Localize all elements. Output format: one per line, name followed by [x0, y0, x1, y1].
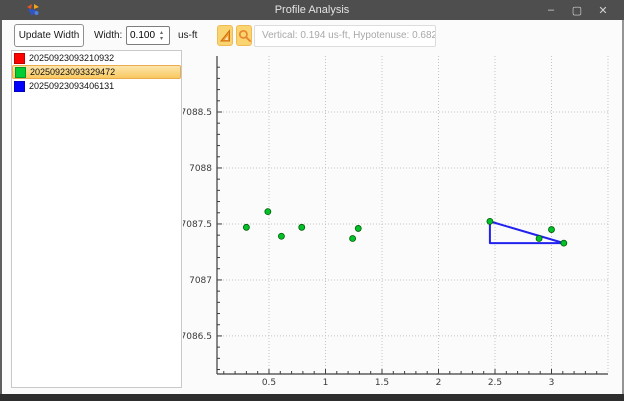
svg-text:7086.5: 7086.5 — [183, 332, 212, 342]
profile-label: 20250923093210932 — [29, 53, 114, 63]
series-color-swatch — [14, 81, 25, 92]
minimize-button[interactable]: – — [538, 0, 564, 20]
svg-text:7088: 7088 — [189, 164, 212, 174]
app-icon[interactable] — [26, 3, 40, 17]
svg-text:2.5: 2.5 — [488, 378, 502, 388]
svg-text:7087.5: 7087.5 — [183, 220, 212, 230]
profile-list-item[interactable]: 20250923093329472 — [12, 65, 181, 79]
profile-list-item[interactable]: 20250923093210932 — [12, 51, 181, 65]
toolbar: Update Width Width: ▴ ▾ us-ft Vertical: … — [2, 20, 622, 52]
maximize-button[interactable]: ▢ — [564, 0, 590, 20]
profile-label: 20250923093406131 — [29, 81, 114, 91]
profile-list[interactable]: 20250923093210932 20250923093329472 2025… — [11, 50, 182, 388]
profile-list-item[interactable]: 20250923093406131 — [12, 79, 181, 93]
measurement-readout: Vertical: 0.194 us-ft, Hypotenuse: 0.682… — [254, 25, 436, 47]
zoom-tool-button[interactable] — [236, 25, 252, 46]
window-frame-left — [0, 20, 2, 394]
window-controls: – ▢ ✕ — [538, 0, 616, 20]
window-frame-bottom — [0, 394, 624, 401]
close-button[interactable]: ✕ — [590, 0, 616, 20]
series-color-swatch — [15, 67, 26, 78]
svg-text:7087: 7087 — [189, 276, 212, 286]
svg-text:0.5: 0.5 — [262, 378, 276, 388]
measure-tool-button[interactable] — [217, 25, 233, 46]
width-spinbox[interactable]: ▴ ▾ — [126, 26, 170, 45]
title-bar: Profile Analysis – ▢ ✕ — [0, 0, 624, 20]
svg-text:3: 3 — [549, 378, 555, 388]
chart-canvas[interactable]: 0.5 1 1.5 2 2.5 3 7086.5 7087 7087.5 7088 7088.5 — [183, 50, 621, 390]
update-width-button[interactable]: Update Width — [14, 24, 84, 47]
spinner-down-icon[interactable]: ▾ — [160, 36, 163, 42]
window-title: Profile Analysis — [0, 4, 624, 16]
svg-text:1: 1 — [323, 378, 329, 388]
svg-text:1.5: 1.5 — [375, 378, 389, 388]
series-color-swatch — [14, 53, 25, 64]
chart-area: 0.5 1 1.5 2 2.5 3 7086.5 7087 7087.5 7088 7088.5 — [183, 50, 621, 390]
app-window: Profile Analysis – ▢ ✕ Update Width Widt… — [0, 0, 624, 401]
width-unit-label: us-ft — [178, 30, 197, 41]
triangle-ruler-icon — [219, 29, 231, 42]
width-input[interactable] — [127, 27, 155, 44]
profile-label: 20250923093329472 — [30, 67, 115, 77]
spinner-arrows: ▴ ▾ — [155, 27, 168, 44]
magnifier-icon — [238, 29, 251, 42]
svg-text:7088.5: 7088.5 — [183, 108, 212, 118]
width-label: Width: — [94, 30, 122, 41]
svg-text:2: 2 — [436, 378, 442, 388]
